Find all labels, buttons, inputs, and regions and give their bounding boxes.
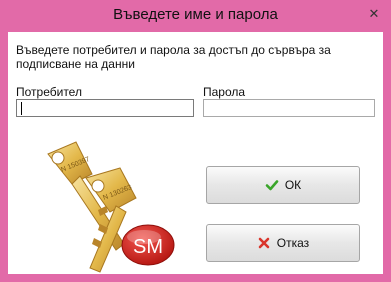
ok-button-label: ОК bbox=[284, 178, 302, 192]
username-label: Потребител bbox=[16, 85, 82, 99]
password-input[interactable] bbox=[203, 99, 375, 117]
x-icon bbox=[258, 237, 270, 249]
username-input[interactable] bbox=[16, 99, 194, 117]
sm-badge-icon: SM bbox=[121, 224, 175, 266]
keys-logo: N 150397 N 130263 SM bbox=[47, 141, 175, 273]
text-caret bbox=[21, 102, 22, 115]
login-dialog: Въведете име и парола ✕ Въведете потреби… bbox=[0, 0, 391, 282]
badge-text: SM bbox=[133, 236, 163, 258]
ok-button[interactable]: ОК bbox=[206, 166, 360, 204]
cancel-button[interactable]: Отказ bbox=[206, 224, 360, 262]
close-button[interactable]: ✕ bbox=[363, 4, 385, 24]
cancel-button-label: Отказ bbox=[276, 236, 310, 250]
check-icon bbox=[265, 180, 279, 191]
window-title: Въведете име и парола bbox=[113, 6, 278, 23]
description-text: Въведете потребител и парола за достъп д… bbox=[16, 43, 331, 71]
password-label: Парола bbox=[203, 85, 246, 99]
title-bar: Въведете име и парола ✕ bbox=[0, 0, 391, 32]
close-icon: ✕ bbox=[368, 6, 380, 21]
dialog-body: Въведете потребител и парола за достъп д… bbox=[8, 32, 383, 274]
